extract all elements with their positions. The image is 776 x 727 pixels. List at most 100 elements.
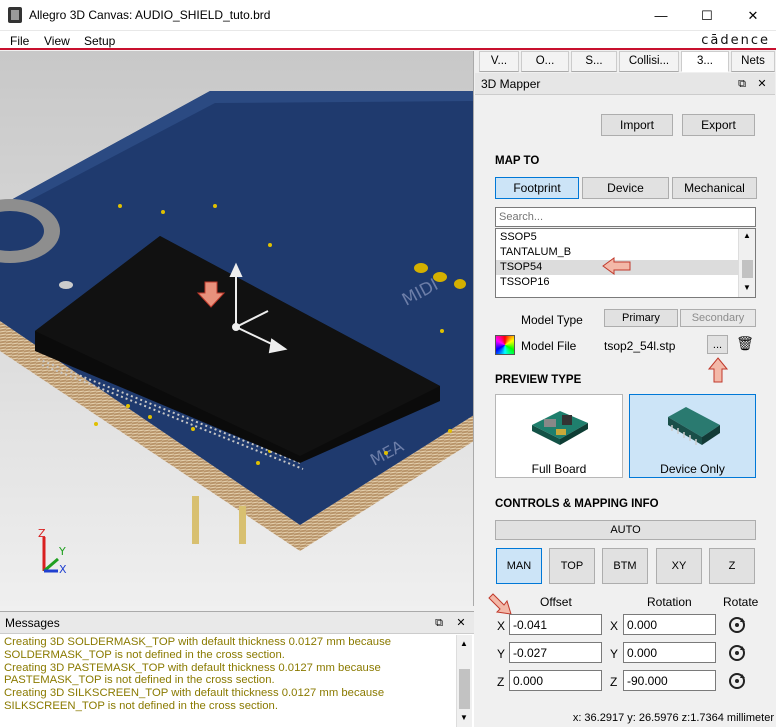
offset-x-field[interactable] <box>509 614 602 635</box>
export-button[interactable]: Export <box>682 114 755 136</box>
browse-button[interactable]: ... <box>707 335 728 354</box>
tab-nets[interactable]: Nets <box>731 51 775 72</box>
menu-view[interactable]: View <box>44 34 70 48</box>
tab-options[interactable]: O... <box>521 51 569 72</box>
minimize-button[interactable]: — <box>638 0 684 31</box>
list-item[interactable]: SSOP5 <box>500 231 537 243</box>
messages-log: Creating 3D SOLDERMASK_TOP with default … <box>4 636 456 726</box>
tab-collision[interactable]: Collisi... <box>619 51 679 72</box>
model-type-label: Model Type <box>521 313 583 327</box>
scroll-up-icon[interactable]: ▲ <box>460 639 468 648</box>
view-btm-button[interactable]: BTM <box>602 548 648 584</box>
rotation-y-field[interactable] <box>623 642 716 663</box>
auto-button[interactable]: AUTO <box>495 520 756 540</box>
rotation-z-label: Z <box>610 675 618 689</box>
rotation-x-field[interactable] <box>623 614 716 635</box>
message-line: Creating 3D PASTEMASK_TOP with default t… <box>4 661 381 674</box>
secondary-button[interactable]: Secondary <box>680 309 756 327</box>
tab-s[interactable]: S... <box>571 51 617 72</box>
mapper-header: 3D Mapper ⧉ ✕ <box>475 73 775 95</box>
view-xy-button[interactable]: XY <box>656 548 702 584</box>
trash-icon[interactable]: 🗑 <box>735 335 755 355</box>
rotation-z-field[interactable] <box>623 670 716 691</box>
menu-bar: File View Setup cādence <box>0 31 776 50</box>
board-render: MIDI MEA Z Y X <box>0 51 473 606</box>
view-man-button[interactable]: MAN <box>496 548 542 584</box>
status-bar: x: 36.2917 y: 26.5976 z:1.7364 millimete… <box>475 709 776 727</box>
map-to-title: MAP TO <box>495 155 540 167</box>
message-line: Creating 3D SILKSCREEN_TOP with default … <box>4 687 385 700</box>
rotation-header: Rotation <box>647 595 692 609</box>
preview-full-board-label: Full Board <box>531 462 587 476</box>
rotate-x-icon[interactable] <box>725 614 749 636</box>
cadence-logo: cādence <box>701 33 770 48</box>
view-z-button[interactable]: Z <box>709 548 755 584</box>
scroll-thumb[interactable] <box>742 260 753 278</box>
right-panel: V... O... S... Collisi... 3... Nets 3D M… <box>475 51 776 727</box>
scroll-down-icon[interactable]: ▼ <box>743 283 751 292</box>
message-line: PASTEMASK_TOP is not defined in the cros… <box>4 674 275 687</box>
annotation-arrow-left-icon <box>602 257 631 275</box>
svg-text:X: X <box>59 563 67 576</box>
offset-z-field[interactable] <box>509 670 602 691</box>
full-board-icon <box>532 411 588 445</box>
map-to-device-button[interactable]: Device <box>582 177 669 199</box>
close-icon[interactable]: ✕ <box>755 77 769 91</box>
tab-visibility[interactable]: V... <box>479 51 519 72</box>
app-icon <box>8 7 22 23</box>
list-item[interactable]: TSOP54 <box>500 261 542 273</box>
map-to-mechanical-button[interactable]: Mechanical <box>672 177 757 199</box>
map-to-footprint-button[interactable]: Footprint <box>495 177 579 199</box>
rotate-y-icon[interactable] <box>725 642 749 664</box>
scroll-up-icon[interactable]: ▲ <box>743 231 751 240</box>
list-item[interactable]: TANTALUM_B <box>500 246 571 258</box>
title-bar: Allegro 3D Canvas: AUDIO_SHIELD_tuto.brd… <box>0 0 776 31</box>
mapper-title: 3D Mapper <box>481 77 541 91</box>
menu-setup[interactable]: Setup <box>84 34 115 48</box>
view-top-button[interactable]: TOP <box>549 548 595 584</box>
scroll-down-icon[interactable]: ▼ <box>460 713 468 722</box>
rotation-x-label: X <box>610 619 619 633</box>
svg-text:Z: Z <box>38 527 46 540</box>
import-button[interactable]: Import <box>601 114 673 136</box>
rotate-header: Rotate <box>723 595 759 609</box>
annotation-arrow-up-icon <box>708 357 728 383</box>
axis-x-label: X <box>497 619 506 633</box>
axis-y-label: Y <box>497 647 506 661</box>
close-button[interactable]: ✕ <box>730 0 776 31</box>
primary-button[interactable]: Primary <box>604 309 678 327</box>
color-picker-icon[interactable] <box>495 335 515 355</box>
model-file-value: tsop2_54l.stp <box>604 339 676 353</box>
axis-z-label: Z <box>497 675 505 689</box>
svg-text:Y: Y <box>58 545 66 558</box>
menu-file[interactable]: File <box>10 34 29 48</box>
tab-3d-mapper[interactable]: 3... <box>681 51 729 72</box>
messages-scrollbar[interactable]: ▲ ▼ <box>456 635 472 727</box>
controls-title: CONTROLS & MAPPING INFO <box>495 498 659 510</box>
list-item[interactable]: TSSOP16 <box>500 276 550 288</box>
undock-icon[interactable]: ⧉ <box>432 616 446 630</box>
preview-device-only-label: Device Only <box>660 462 725 476</box>
rotate-z-icon[interactable] <box>725 670 749 692</box>
model-file-label: Model File <box>521 339 577 353</box>
search-input[interactable] <box>495 207 756 227</box>
list-scrollbar[interactable]: ▲ ▼ <box>738 229 755 297</box>
device-only-icon <box>668 407 720 445</box>
messages-panel: Messages ⧉ ✕ Creating 3D SOLDERMASK_TOP … <box>0 611 474 727</box>
scroll-thumb[interactable] <box>459 669 470 709</box>
preview-type-title: PREVIEW TYPE <box>495 374 582 386</box>
3d-viewport[interactable]: MIDI MEA Z Y X <box>0 51 474 606</box>
cursor-coordinates: x: 36.2917 y: 26.5976 z:1.7364 millimete… <box>572 712 774 724</box>
rotation-y-label: Y <box>610 647 619 661</box>
messages-header: Messages ⧉ ✕ <box>0 612 474 634</box>
message-line: Creating 3D SOLDERMASK_TOP with default … <box>4 636 392 648</box>
messages-title: Messages <box>5 616 60 630</box>
message-line: SILKSCREEN_TOP is not defined in the cro… <box>4 699 278 712</box>
close-icon[interactable]: ✕ <box>454 616 468 630</box>
preview-device-only-button[interactable]: Device Only <box>629 394 756 478</box>
offset-y-field[interactable] <box>509 642 602 663</box>
maximize-button[interactable]: ☐ <box>684 0 730 31</box>
annotation-arrow-diagonal-icon <box>488 593 512 615</box>
preview-full-board-button[interactable]: Full Board <box>495 394 623 478</box>
undock-icon[interactable]: ⧉ <box>735 77 749 91</box>
